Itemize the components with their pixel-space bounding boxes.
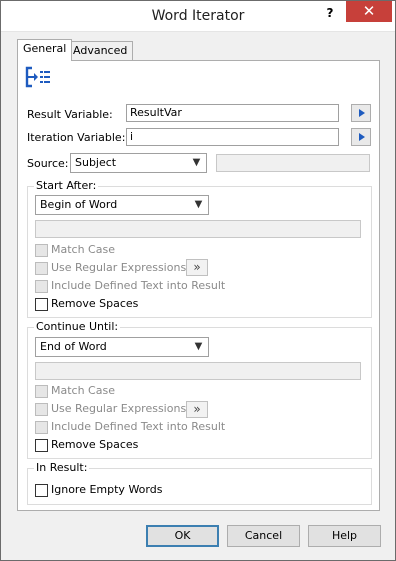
help-icon[interactable]: ? (319, 4, 341, 24)
checkbox-label: Use Regular Expressions (51, 402, 187, 415)
checkbox-label: Remove Spaces (51, 438, 139, 451)
checkbox-label: Use Regular Expressions (51, 261, 187, 274)
result-variable-picker-button[interactable] (351, 104, 371, 122)
checkbox-box (35, 385, 48, 398)
checkbox-label: Include Defined Text into Result (51, 279, 226, 292)
checkbox-box (35, 262, 48, 275)
iterator-icon (23, 65, 53, 89)
source-text-input (216, 154, 370, 172)
continue-until-selected-value: End of Word (40, 340, 107, 353)
cancel-button[interactable]: Cancel (227, 525, 300, 547)
start-after-title: Start After: (34, 179, 99, 192)
checkbox-box (35, 244, 48, 257)
chevron-down-icon: ▼ (194, 341, 203, 352)
chevron-down-icon: ▼ (192, 157, 201, 168)
start-after-regex-menu-button: » (186, 259, 208, 276)
tab-advanced[interactable]: Advanced (67, 41, 134, 60)
close-button[interactable]: ✕ (346, 1, 392, 22)
tab-general[interactable]: General (17, 39, 73, 61)
checkbox-box[interactable] (35, 439, 48, 452)
result-variable-label: Result Variable: (27, 108, 113, 121)
source-dropdown[interactable]: Subject ▼ (70, 153, 207, 173)
checkbox-box[interactable] (35, 484, 48, 497)
continue-until-text-input (35, 362, 361, 380)
source-selected-value: Subject (75, 156, 117, 169)
title-bar[interactable]: Word Iterator ? ✕ (1, 1, 395, 32)
checkbox-label: Include Defined Text into Result (51, 420, 226, 433)
checkbox-box (35, 421, 48, 434)
iteration-variable-picker-button[interactable] (351, 128, 371, 146)
chevron-down-icon: ▼ (194, 199, 203, 210)
in-result-title: In Result: (34, 461, 90, 474)
continue-until-regex-menu-button: » (186, 401, 208, 418)
continue-until-title: Continue Until: (34, 320, 121, 333)
help-button[interactable]: Help (308, 525, 381, 547)
start-after-selected-value: Begin of Word (40, 198, 118, 211)
start-after-dropdown[interactable]: Begin of Word ▼ (35, 195, 209, 215)
continue-until-dropdown[interactable]: End of Word ▼ (35, 337, 209, 357)
iteration-variable-label: Iteration Variable: (27, 131, 126, 144)
checkbox-box[interactable] (35, 298, 48, 311)
ok-button[interactable]: OK (146, 525, 219, 547)
word-iterator-dialog: Word Iterator ? ✕ General Advanced Resul… (0, 0, 396, 561)
source-label: Source: (27, 157, 69, 170)
iteration-variable-input[interactable]: i (126, 128, 339, 146)
checkbox-label: Remove Spaces (51, 297, 139, 310)
checkbox-label: Ignore Empty Words (51, 483, 163, 496)
checkbox-label: Match Case (51, 243, 115, 256)
start-after-text-input (35, 220, 361, 238)
checkbox-box (35, 280, 48, 293)
result-variable-input[interactable]: ResultVar (126, 104, 339, 122)
checkbox-label: Match Case (51, 384, 115, 397)
checkbox-box (35, 403, 48, 416)
